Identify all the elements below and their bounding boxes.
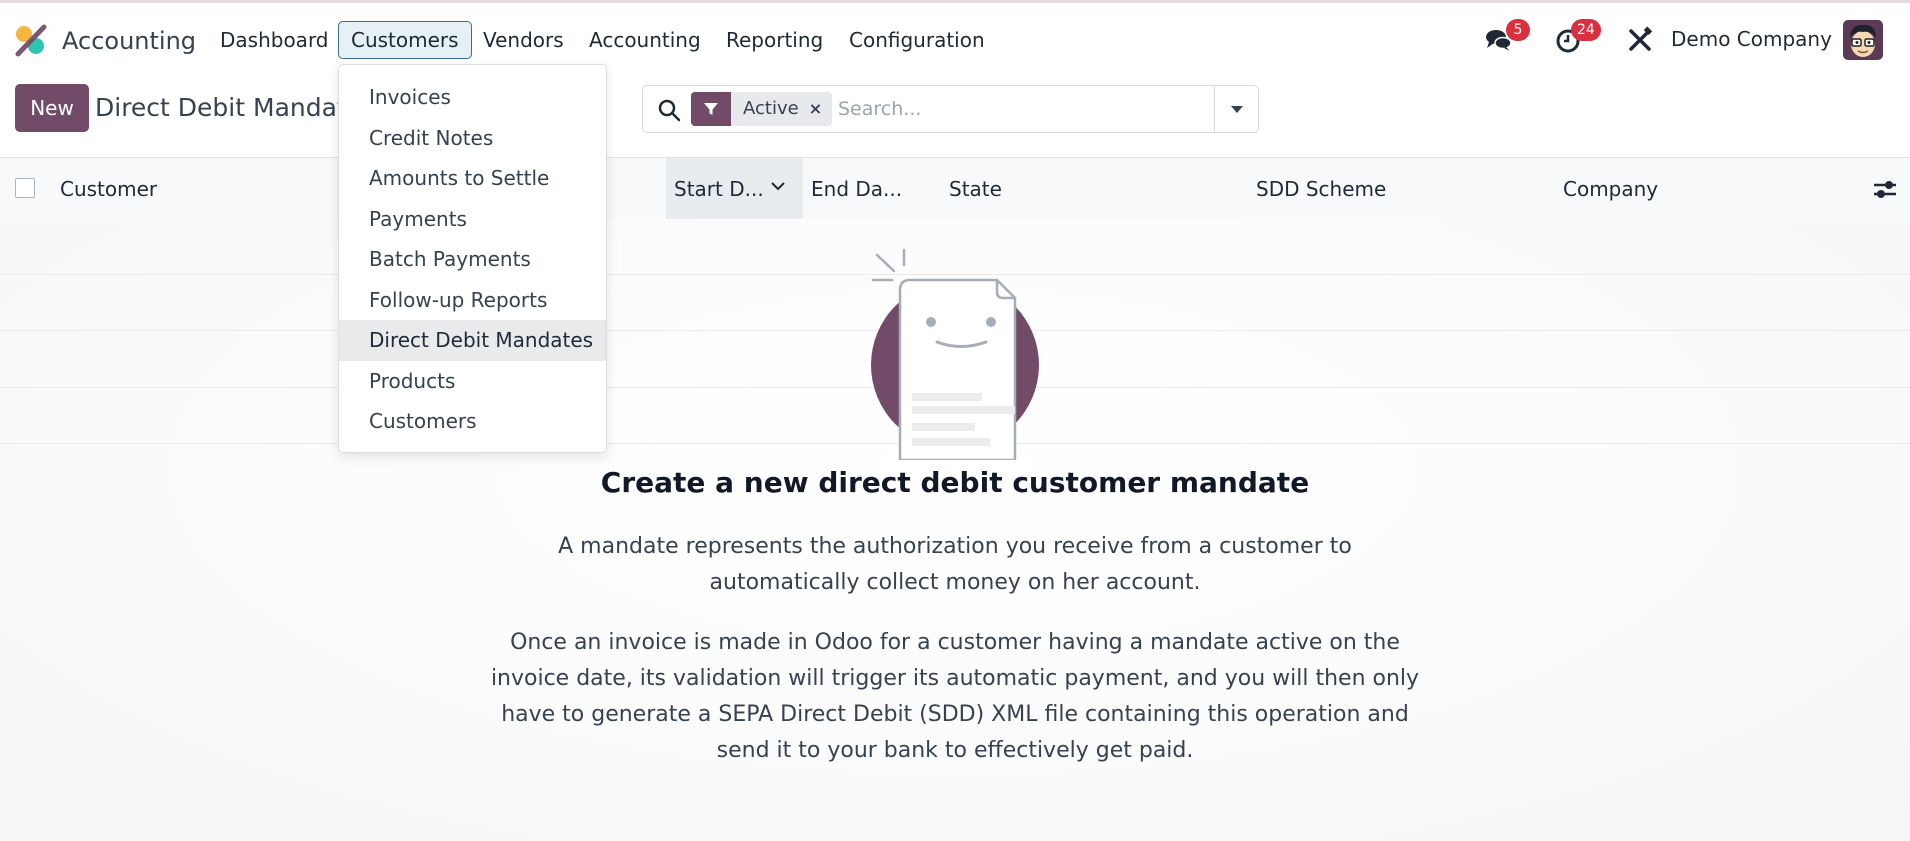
dropdown-item-amounts-to-settle[interactable]: Amounts to Settle [339, 158, 606, 199]
top-navbar: Accounting Dashboard Customers Vendors A… [0, 3, 1910, 75]
dropdown-item-customers[interactable]: Customers [339, 401, 606, 442]
column-start-date-label: Start D... [674, 177, 764, 201]
empty-state-paragraph-1: A mandate represents the authorization y… [558, 534, 1352, 595]
sort-chevron-down-icon [771, 182, 785, 191]
menu-reporting[interactable]: Reporting [713, 21, 836, 59]
smiling-document-illustration-icon [871, 248, 1039, 460]
company-switcher[interactable]: Demo Company [1671, 27, 1832, 51]
active-filter-facet: Active × [691, 92, 833, 126]
dropdown-item-payments[interactable]: Payments [339, 199, 606, 240]
search-options-toggle[interactable] [1214, 86, 1258, 132]
app-name[interactable]: Accounting [62, 27, 196, 55]
menu-dashboard[interactable]: Dashboard [207, 21, 342, 59]
column-start-date[interactable]: Start D... [666, 158, 803, 220]
dropdown-item-invoices[interactable]: Invoices [339, 77, 606, 118]
customers-dropdown-menu: Invoices Credit Notes Amounts to Settle … [338, 64, 607, 453]
tools-icon[interactable] [1625, 25, 1655, 55]
activities-badge: 24 [1571, 19, 1601, 41]
facet-label: Active [743, 98, 799, 119]
messages-badge: 5 [1506, 19, 1530, 41]
dropdown-item-follow-up-reports[interactable]: Follow-up Reports [339, 280, 606, 321]
select-all-checkbox[interactable] [15, 178, 35, 198]
dropdown-item-batch-payments[interactable]: Batch Payments [339, 239, 606, 280]
new-button[interactable]: New [15, 84, 89, 132]
menu-accounting[interactable]: Accounting [576, 21, 714, 59]
column-customer[interactable]: Customer [60, 158, 157, 220]
column-company[interactable]: Company [1563, 158, 1658, 220]
remove-facet-icon[interactable]: × [809, 92, 832, 126]
menu-vendors[interactable]: Vendors [470, 21, 577, 59]
search-bar[interactable]: Active × [642, 85, 1259, 133]
empty-state-paragraph-2: Once an invoice is made in Odoo for a cu… [490, 630, 1420, 763]
column-state[interactable]: State [949, 158, 1002, 220]
column-sdd-scheme[interactable]: SDD Scheme [1256, 158, 1386, 220]
menu-configuration[interactable]: Configuration [836, 21, 998, 59]
filter-icon [691, 92, 731, 126]
sliders-icon[interactable] [1872, 176, 1898, 202]
dropdown-item-direct-debit-mandates[interactable]: Direct Debit Mandates [339, 320, 606, 361]
column-end-date[interactable]: End Da... [811, 158, 902, 220]
search-input[interactable] [838, 93, 1198, 125]
user-avatar[interactable] [1843, 20, 1883, 60]
empty-state-title: Create a new direct debit customer manda… [600, 466, 1310, 499]
menu-customers[interactable]: Customers [338, 21, 472, 59]
dropdown-item-credit-notes[interactable]: Credit Notes [339, 118, 606, 159]
page-title: Direct Debit Mandates [95, 93, 376, 122]
accounting-app-logo-icon[interactable] [14, 23, 48, 57]
search-icon[interactable] [657, 98, 681, 122]
dropdown-item-products[interactable]: Products [339, 361, 606, 402]
caret-down-icon [1230, 106, 1243, 113]
list-header: Customer Start D... End Da... State SDD … [0, 157, 1910, 220]
